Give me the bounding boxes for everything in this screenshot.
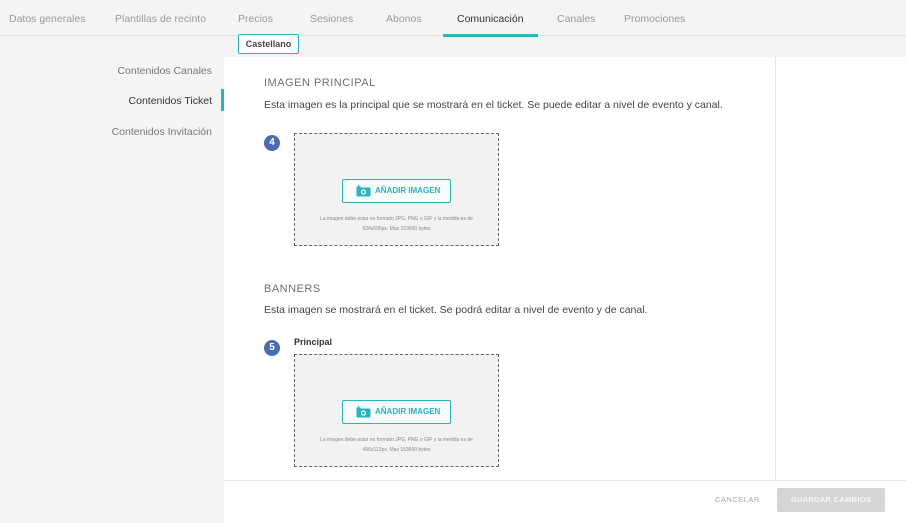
tab-datos-generales[interactable]: Datos generales bbox=[9, 0, 85, 36]
tab-canales[interactable]: Canales bbox=[557, 0, 596, 36]
sidebar-item-contenidos-canales[interactable]: Contenidos Canales bbox=[117, 65, 212, 77]
main-panel: IMAGEN PRINCIPAL Esta imagen es la princ… bbox=[224, 57, 775, 480]
banner-principal-label: Principal bbox=[294, 337, 333, 347]
add-main-image-label: AÑADIR IMAGEN bbox=[375, 186, 441, 195]
content-sidebar: Contenidos Canales Contenidos Ticket Con… bbox=[0, 37, 224, 523]
tab-promociones[interactable]: Promociones bbox=[624, 0, 685, 36]
step-badge-5: 5 bbox=[264, 340, 280, 356]
action-footer: CANCELAR GUARDAR CAMBIOS bbox=[224, 480, 906, 523]
save-changes-button[interactable]: GUARDAR CAMBIOS bbox=[777, 488, 885, 512]
main-image-note-line-2: 624x696px. Max 153600 bytes bbox=[362, 226, 431, 232]
banner-note-line-2: 456x112px. Max 153600 bytes bbox=[362, 447, 431, 453]
tab-sesiones[interactable]: Sesiones bbox=[310, 0, 353, 36]
tab-comunicacion[interactable]: Comunicación bbox=[443, 0, 538, 37]
top-navigation: Datos generales Plantillas de recinto Pr… bbox=[0, 0, 906, 37]
tab-abonos[interactable]: Abonos bbox=[386, 0, 422, 36]
banner-note-line-1: La imagen debe estar en formato JPG, PNG… bbox=[320, 437, 473, 443]
sidebar-item-contenidos-invitacion[interactable]: Contenidos Invitación bbox=[112, 126, 212, 138]
cancel-button[interactable]: CANCELAR bbox=[715, 495, 760, 504]
camera-plus-icon bbox=[356, 406, 371, 418]
tab-precios[interactable]: Precios bbox=[238, 0, 273, 36]
camera-plus-icon bbox=[356, 185, 371, 197]
step-badge-4: 4 bbox=[264, 135, 280, 151]
tab-plantillas-de-recinto[interactable]: Plantillas de recinto bbox=[115, 0, 206, 36]
add-main-image-button[interactable]: AÑADIR IMAGEN bbox=[342, 179, 451, 203]
banner-principal-dropzone[interactable]: AÑADIR IMAGEN La imagen debe estar en fo… bbox=[294, 354, 499, 467]
sidebar-item-contenidos-ticket[interactable]: Contenidos Ticket bbox=[129, 95, 212, 107]
main-image-dropzone[interactable]: AÑADIR IMAGEN La imagen debe estar en fo… bbox=[294, 133, 499, 246]
section-description-main-image: Esta imagen es la principal que se mostr… bbox=[264, 99, 723, 111]
section-title-main-image: IMAGEN PRINCIPAL bbox=[264, 77, 376, 89]
right-column bbox=[775, 57, 906, 480]
section-title-banners: BANNERS bbox=[264, 283, 321, 295]
main-image-note-line-1: La imagen debe estar en formato JPG, PNG… bbox=[320, 216, 473, 222]
add-banner-image-label: AÑADIR IMAGEN bbox=[375, 407, 441, 416]
language-tab-castellano[interactable]: Castellano bbox=[238, 34, 299, 54]
section-description-banners: Esta imagen se mostrará en el ticket. Se… bbox=[264, 304, 648, 316]
add-banner-image-button[interactable]: AÑADIR IMAGEN bbox=[342, 400, 451, 424]
